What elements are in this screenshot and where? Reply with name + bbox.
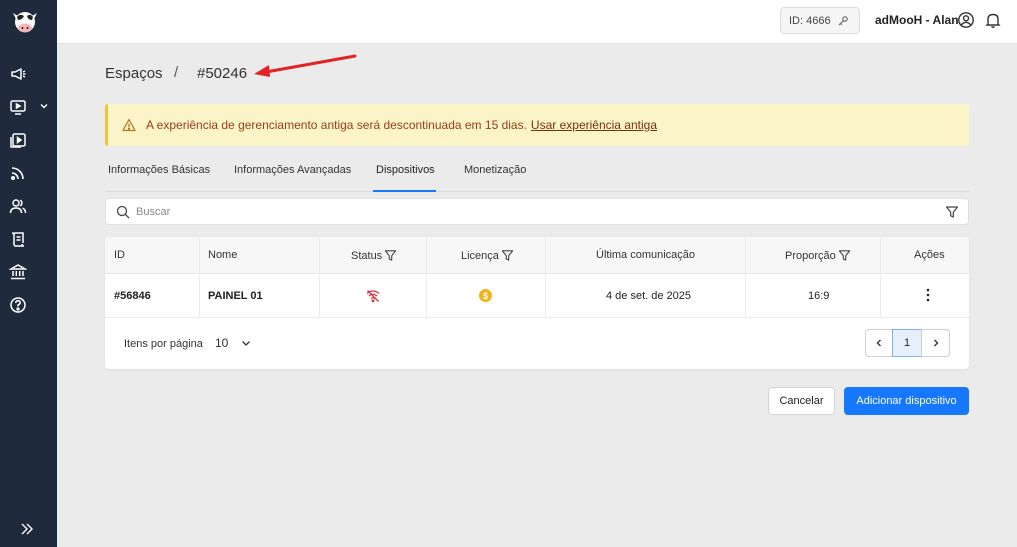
chevron-down-icon — [242, 341, 251, 346]
filter-icon[interactable] — [838, 249, 851, 262]
filter-icon[interactable] — [384, 249, 397, 262]
column-header-proporcao: Proporção — [785, 249, 851, 262]
page-button-current[interactable]: 1 — [892, 329, 922, 357]
column-header-nome: Nome — [208, 249, 238, 261]
column-header-proporcao-label: Proporção — [785, 249, 836, 262]
media-library-icon[interactable] — [8, 130, 28, 150]
next-page-button[interactable] — [921, 329, 950, 357]
expand-sidebar-icon[interactable] — [17, 519, 37, 539]
deprecation-alert: A experiência de gerenciamento antiga se… — [105, 104, 969, 146]
column-header-licenca-label: Licença — [461, 249, 499, 262]
chevron-down-icon[interactable] — [38, 100, 50, 112]
filter-icon[interactable] — [501, 249, 514, 262]
breadcrumb-separator: / — [174, 64, 179, 81]
cancel-button[interactable]: Cancelar — [768, 387, 835, 415]
sidebar — [0, 0, 57, 547]
device-name-cell: PAINEL 01 — [208, 290, 263, 302]
table-row[interactable]: #56846 PAINEL 01 $ 4 de set. de 2025 16:… — [105, 274, 969, 318]
coin-icon: $ — [479, 289, 492, 302]
previous-page-button[interactable] — [865, 329, 893, 357]
user-circle-icon[interactable] — [957, 11, 975, 29]
column-header-status: Status — [351, 249, 397, 262]
more-actions-icon[interactable] — [920, 287, 936, 303]
svg-text:$: $ — [483, 291, 488, 301]
tab-monetizacao[interactable]: Monetização — [464, 164, 526, 176]
active-tab-indicator — [373, 190, 436, 192]
table-header: ID Nome Status Licença Última comunicaçã… — [105, 237, 969, 274]
monitor-play-icon[interactable] — [8, 97, 28, 117]
search-icon — [116, 205, 130, 219]
tab-bar: Informações Básicas Informações Avançada… — [105, 154, 969, 192]
tab-informacoes-basicas[interactable]: Informações Básicas — [108, 164, 210, 176]
rss-feed-icon[interactable] — [8, 163, 28, 183]
items-per-page-select[interactable]: 10 — [215, 335, 260, 351]
search-bar — [105, 198, 969, 225]
bell-icon[interactable] — [984, 11, 1002, 29]
chevron-right-icon — [933, 339, 938, 347]
column-header-status-label: Status — [351, 249, 383, 262]
account-id-label: ID: 4666 — [789, 14, 831, 27]
megaphone-icon[interactable] — [8, 64, 28, 84]
search-input[interactable] — [136, 202, 916, 222]
column-header-licenca: Licença — [461, 249, 514, 262]
wifi-off-icon — [366, 290, 380, 303]
bank-icon[interactable] — [8, 262, 28, 282]
device-id-cell: #56846 — [114, 290, 151, 302]
breadcrumb-section-link[interactable]: Espaços — [105, 65, 163, 82]
add-device-button[interactable]: Adicionar dispositivo — [844, 387, 969, 415]
items-per-page-label: Itens por página — [124, 338, 203, 350]
breadcrumb-current: #50246 — [197, 65, 248, 82]
cow-logo-icon[interactable] — [9, 7, 41, 35]
column-header-ultima-comunicacao: Última comunicação — [596, 249, 696, 261]
alert-message: A experiência de gerenciamento antiga se… — [146, 118, 527, 132]
items-per-page-value: 10 — [215, 336, 229, 350]
user-name[interactable]: adMooH - Alan — [875, 13, 959, 27]
tab-informacoes-avancadas[interactable]: Informações Avançadas — [234, 164, 351, 176]
chevron-left-icon — [876, 339, 881, 347]
warning-icon — [122, 118, 136, 132]
account-id-chip[interactable]: ID: 4666 — [780, 7, 860, 34]
column-header-id: ID — [114, 249, 125, 261]
last-communication-cell: 4 de set. de 2025 — [606, 290, 692, 302]
column-header-acoes: Ações — [914, 249, 945, 261]
old-experience-link[interactable]: Usar experiência antiga — [531, 118, 657, 132]
users-icon[interactable] — [8, 196, 28, 216]
key-icon — [838, 15, 848, 25]
annotation-arrow — [254, 54, 357, 77]
ratio-cell: 16:9 — [808, 290, 830, 302]
help-circle-icon[interactable] — [8, 295, 28, 315]
filter-icon[interactable] — [945, 205, 959, 219]
tab-dispositivos[interactable]: Dispositivos — [376, 164, 435, 176]
scroll-contract-icon[interactable] — [8, 229, 28, 249]
devices-table-card: ID Nome Status Licença Última comunicaçã… — [105, 237, 969, 369]
top-header: ID: 4666 adMooH - Alan — [57, 0, 1017, 44]
